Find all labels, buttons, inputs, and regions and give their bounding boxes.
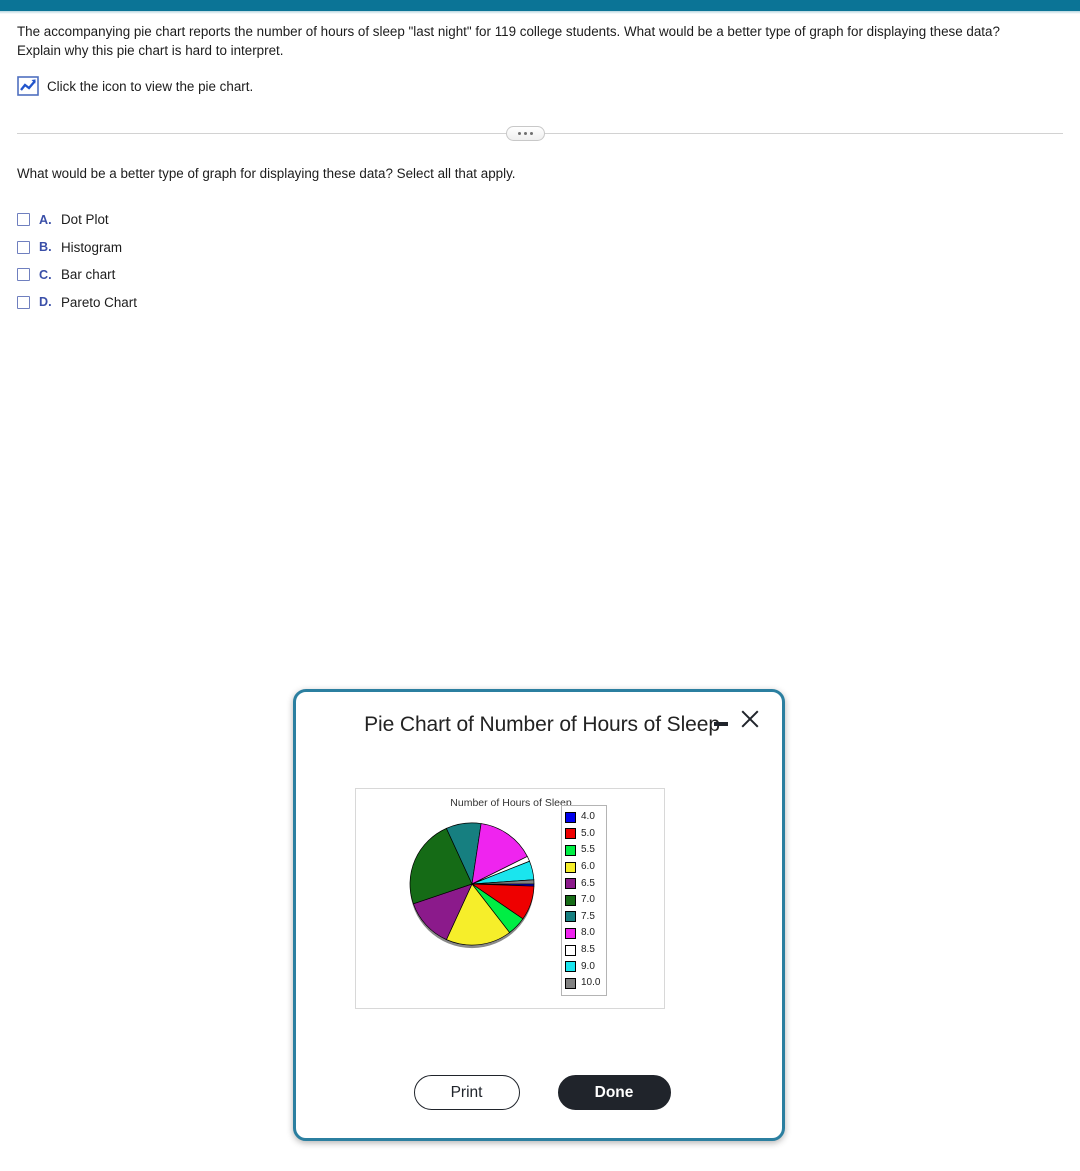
- option-label-a: Dot Plot: [61, 212, 109, 228]
- legend-label-10.0: 10.0: [581, 977, 601, 989]
- legend-row: 6.0: [565, 859, 603, 876]
- checkbox-b[interactable]: [17, 240, 30, 254]
- legend-swatch-4.0: [565, 811, 576, 823]
- question-prompt: What would be a better type of graph for…: [17, 166, 516, 181]
- option-row-d[interactable]: D. Pareto Chart: [17, 289, 137, 317]
- legend-row: 5.0: [565, 826, 603, 843]
- option-letter-a: A.: [39, 212, 52, 227]
- print-button[interactable]: Print: [413, 1075, 520, 1110]
- legend-row: 8.0: [565, 925, 603, 942]
- pie-legend: 4.0 5.0 5.5 6.0 6.5 7.0 7.5 8.0 8.5 9.0 10.0: [561, 805, 607, 996]
- pie-chart: [409, 822, 535, 949]
- done-button[interactable]: Done: [557, 1075, 671, 1110]
- option-label-b: Histogram: [61, 239, 123, 255]
- legend-label-8.5: 8.5: [581, 944, 595, 956]
- chart-title: Number of Hours of Sleep: [450, 797, 572, 809]
- legend-swatch-6.0: [565, 861, 576, 873]
- checkbox-c[interactable]: [17, 268, 30, 282]
- legend-label-7.5: 7.5: [581, 910, 595, 922]
- more-options-ellipsis-button[interactable]: [506, 126, 545, 141]
- legend-swatch-8.5: [565, 944, 576, 956]
- ellipsis-dot: [530, 132, 533, 135]
- legend-label-9.0: 9.0: [581, 960, 595, 972]
- dialog-button-row: Print Done: [296, 1075, 788, 1110]
- chart-frame: Number of Hours of Sleep 4.0 5.0 5.5 6.0 6.5…: [355, 788, 665, 1009]
- legend-label-4.0: 4.0: [581, 811, 595, 823]
- legend-row: 5.5: [565, 842, 603, 859]
- minimize-bar: [714, 722, 728, 726]
- close-icon[interactable]: [739, 708, 761, 730]
- legend-row: 8.5: [565, 942, 603, 959]
- legend-label-7.0: 7.0: [581, 894, 595, 906]
- option-letter-d: D.: [39, 295, 52, 310]
- legend-swatch-10.0: [565, 977, 576, 989]
- option-label-c: Bar chart: [61, 267, 116, 283]
- section-divider: [0, 126, 1080, 142]
- option-letter-c: C.: [39, 267, 52, 282]
- ellipsis-dot: [518, 132, 521, 135]
- option-row-c[interactable]: C. Bar chart: [17, 261, 137, 289]
- ellipsis-dot: [524, 132, 527, 135]
- legend-swatch-7.0: [565, 894, 576, 906]
- legend-row: 6.5: [565, 875, 603, 892]
- option-label-d: Pareto Chart: [61, 294, 137, 310]
- view-pie-chart-label: Click the icon to view the pie chart.: [47, 78, 254, 94]
- checkbox-a[interactable]: [17, 213, 30, 227]
- legend-label-6.0: 6.0: [581, 861, 595, 873]
- option-row-b[interactable]: B. Histogram: [17, 234, 137, 262]
- legend-swatch-5.5: [565, 844, 576, 856]
- legend-row: 9.0: [565, 958, 603, 975]
- legend-swatch-6.5: [565, 878, 576, 890]
- legend-label-5.0: 5.0: [581, 827, 595, 839]
- legend-swatch-7.5: [565, 911, 576, 923]
- legend-swatch-5.0: [565, 828, 576, 840]
- legend-row: 7.5: [565, 909, 603, 926]
- option-row-a[interactable]: A. Dot Plot: [17, 206, 137, 234]
- top-accent-bar: [0, 0, 1080, 11]
- pie-chart-dialog: Pie Chart of Number of Hours of Sleep Nu…: [293, 689, 785, 1141]
- problem-statement: The accompanying pie chart reports the n…: [17, 24, 1000, 58]
- top-accent-bar-shadow: [0, 11, 1080, 14]
- legend-row: 10.0: [565, 975, 603, 992]
- legend-label-5.5: 5.5: [581, 844, 595, 856]
- legend-swatch-9.0: [565, 961, 576, 973]
- line-chart-icon[interactable]: [17, 76, 39, 96]
- legend-row: 7.0: [565, 892, 603, 909]
- view-pie-chart-link[interactable]: Click the icon to view the pie chart.: [17, 76, 253, 96]
- option-letter-b: B.: [39, 240, 52, 255]
- answer-options-list: A. Dot Plot B. Histogram C. Bar chart D.…: [17, 206, 137, 316]
- legend-swatch-8.0: [565, 927, 576, 939]
- legend-row: 4.0: [565, 809, 603, 826]
- legend-label-8.0: 8.0: [581, 927, 595, 939]
- minimize-icon[interactable]: [712, 714, 730, 732]
- legend-label-6.5: 6.5: [581, 877, 595, 889]
- checkbox-d[interactable]: [17, 295, 30, 309]
